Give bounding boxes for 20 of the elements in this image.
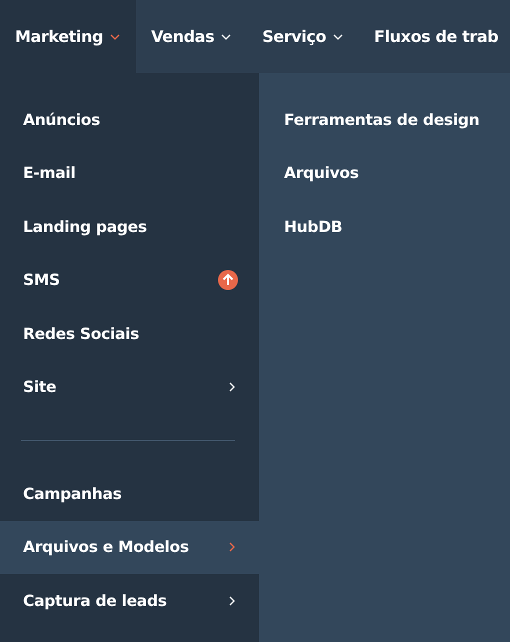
nav-tab[interactable]: Fluxos de trab	[359, 0, 510, 73]
menu-item[interactable]: Captura de leads	[0, 574, 259, 628]
menu-item[interactable]: Campanhas	[0, 467, 259, 520]
menu-item[interactable]: Arquivos e Modelos	[0, 520, 259, 574]
chevron-right-icon	[229, 596, 235, 606]
menu-item[interactable]: E-mail	[0, 146, 259, 200]
menu-item[interactable]: Landing pages	[0, 200, 259, 254]
upgrade-icon	[218, 270, 238, 290]
menu-item[interactable]: SMS	[0, 254, 259, 307]
submenu-item[interactable]: Ferramentas de design	[259, 93, 510, 146]
submenu-item[interactable]: HubDB	[259, 200, 510, 254]
menu-item[interactable]: Site	[0, 360, 259, 414]
nav-tab[interactable]: Serviço	[247, 0, 360, 73]
chevron-right-icon	[229, 542, 235, 552]
nav-tab[interactable]: Marketing	[0, 0, 136, 73]
chevron-right-icon	[229, 382, 235, 392]
menu-item[interactable]: Anúncios	[0, 93, 259, 146]
submenu-item[interactable]: Arquivos	[259, 146, 510, 200]
menu-item[interactable]: Redes Sociais	[0, 307, 259, 360]
nav-tab[interactable]: Vendas	[136, 0, 248, 73]
